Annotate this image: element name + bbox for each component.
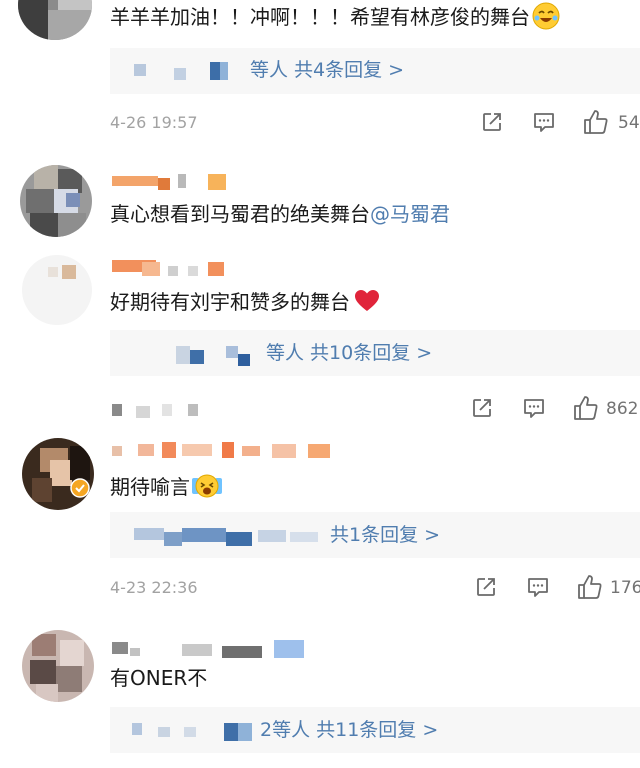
avatar[interactable] [22, 255, 92, 325]
avatar[interactable] [22, 630, 94, 702]
reply-count-link[interactable]: 共1条回复 > [330, 523, 440, 547]
comment-text: 真心想看到马蜀君的绝美舞台@马蜀君 [110, 202, 450, 226]
comment-icon[interactable] [522, 396, 546, 420]
verified-badge-icon [70, 478, 90, 498]
share-icon[interactable] [470, 396, 494, 420]
thumbs-up-icon[interactable] [576, 573, 604, 601]
heart-icon [354, 289, 380, 313]
comment-icon[interactable] [532, 110, 556, 134]
comment-icon[interactable] [526, 575, 550, 599]
like-count: 54 [618, 113, 640, 133]
like-count: 176 [610, 578, 640, 598]
thumbs-up-icon[interactable] [572, 394, 600, 422]
reply-preview[interactable]: 共1条回复 > [110, 512, 640, 558]
blurred-username [176, 342, 276, 366]
reply-preview[interactable]: 等人 共10条回复 > [110, 330, 640, 376]
comment-text: 有ONER不 [110, 666, 208, 690]
blurred-username [112, 638, 322, 660]
laughing-emoji-icon [532, 2, 560, 30]
reply-preview[interactable]: 2等人 共11条回复 > [110, 707, 640, 753]
share-icon[interactable] [474, 575, 498, 599]
blurred-username [134, 524, 334, 548]
blurred-username [112, 440, 332, 460]
comment-timestamp: 4-26 19:57 [110, 113, 198, 132]
avatar[interactable] [22, 438, 94, 510]
blurred-username [112, 258, 232, 278]
comment-text: 期待喻言 [110, 472, 222, 501]
reply-count-link[interactable]: 等人 共4条回复 > [250, 58, 404, 82]
reply-count-link[interactable]: 等人 共10条回复 > [266, 341, 432, 365]
blurred-username [132, 719, 262, 743]
avatar[interactable] [20, 165, 92, 237]
reply-count-link[interactable]: 2等人 共11条回复 > [260, 718, 438, 742]
comment-timestamp: 4-23 22:36 [110, 578, 198, 597]
thumbs-up-icon[interactable] [582, 108, 610, 136]
mention-link[interactable]: @马蜀君 [370, 202, 450, 226]
reply-preview[interactable]: 等人 共4条回复 > [110, 48, 640, 94]
comment-text: 好期待有刘宇和赞多的舞台 [110, 288, 380, 316]
comment-text: 羊羊羊加油！！冲啊！！！希望有林彦俊的舞台 [110, 2, 560, 31]
blurred-timestamp [112, 402, 212, 418]
like-count: 862 [606, 399, 639, 419]
blurred-username [112, 172, 232, 192]
share-icon[interactable] [480, 110, 504, 134]
excited-emoji-icon [192, 472, 222, 500]
blurred-username [134, 62, 254, 80]
avatar[interactable] [18, 0, 92, 40]
